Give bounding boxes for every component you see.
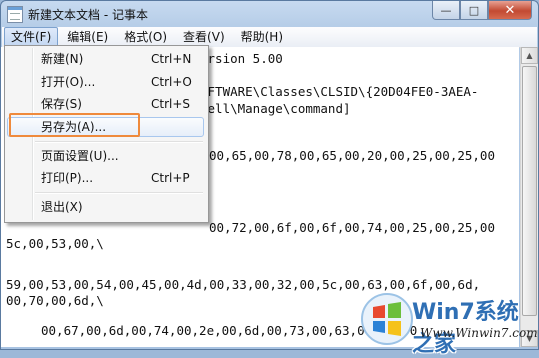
caption-buttons: — □ ✕	[432, 1, 532, 20]
title-bar[interactable]: 新建文本文档 - 记事本 — □ ✕	[1, 1, 538, 27]
minimize-icon: —	[440, 3, 452, 17]
editor-line: ersion 5.00	[200, 51, 283, 66]
maximize-button[interactable]: □	[460, 1, 488, 20]
menu-item-new[interactable]: 新建(N) Ctrl+N	[7, 49, 204, 69]
menu-item-label: 新建(N)	[41, 52, 84, 66]
editor-line: hell\Manage\command]	[200, 101, 351, 116]
window-title: 新建文本文档 - 记事本	[28, 8, 148, 22]
menu-edit[interactable]: 编辑(E)	[60, 27, 115, 47]
editor-line: 00,65,00,78,00,65,00,20,00,25,00,25,00	[209, 148, 495, 163]
menu-item-print[interactable]: 打印(P)... Ctrl+P	[7, 168, 204, 188]
menu-item-shortcut: Ctrl+P	[151, 171, 190, 185]
menu-item-label: 打开(O)...	[41, 75, 96, 89]
menu-item-shortcut: Ctrl+S	[151, 97, 191, 111]
menu-item-exit[interactable]: 退出(X)	[7, 197, 204, 217]
menu-item-save[interactable]: 保存(S) Ctrl+S	[7, 94, 204, 114]
menu-item-label: 页面设置(U)...	[41, 149, 119, 163]
menu-separator	[35, 192, 203, 194]
save-as-highlight-annotation	[9, 113, 140, 137]
maximize-icon: □	[468, 3, 480, 17]
editor-line: 00,72,00,6f,00,6f,00,74,00,25,00,25,00	[209, 220, 495, 235]
menu-item-shortcut: Ctrl+N	[151, 52, 192, 66]
menu-item-label: 打印(P)...	[41, 171, 94, 185]
editor-line: 5c,00,53,00,\	[6, 236, 104, 251]
scrollbar-thumb[interactable]	[522, 66, 537, 316]
editor-line: OFTWARE\Classes\CLSID\{20D04FE0-3AEA-	[200, 84, 479, 99]
notepad-app-icon[interactable]	[7, 6, 23, 23]
editor-line: 00,67,00,6d,00,74,00,2e,00,6d,00,73,00,6…	[41, 323, 418, 338]
close-button[interactable]: ✕	[488, 1, 532, 20]
menu-format[interactable]: 格式(O)	[117, 27, 174, 47]
scroll-down-icon[interactable]: ▼	[521, 330, 538, 347]
menu-help[interactable]: 帮助(H)	[234, 27, 290, 47]
menu-separator	[35, 141, 203, 143]
menu-item-open[interactable]: 打开(O)... Ctrl+O	[7, 72, 204, 92]
menu-item-label: 退出(X)	[41, 200, 83, 214]
menu-file[interactable]: 文件(F)	[4, 27, 59, 47]
scroll-up-icon[interactable]: ▲	[521, 47, 538, 64]
vertical-scrollbar[interactable]: ▲ ▼	[520, 47, 538, 347]
minimize-button[interactable]: —	[432, 1, 460, 20]
menu-item-page-setup[interactable]: 页面设置(U)...	[7, 146, 204, 166]
menu-view[interactable]: 查看(V)	[176, 27, 232, 47]
close-icon: ✕	[504, 2, 516, 18]
menu-item-shortcut: Ctrl+O	[151, 75, 192, 89]
editor-line: 00,70,00,6d,\	[6, 293, 104, 308]
editor-line: 59,00,53,00,54,00,45,00,4d,00,33,00,32,0…	[6, 277, 481, 292]
menu-item-label: 保存(S)	[41, 97, 82, 111]
